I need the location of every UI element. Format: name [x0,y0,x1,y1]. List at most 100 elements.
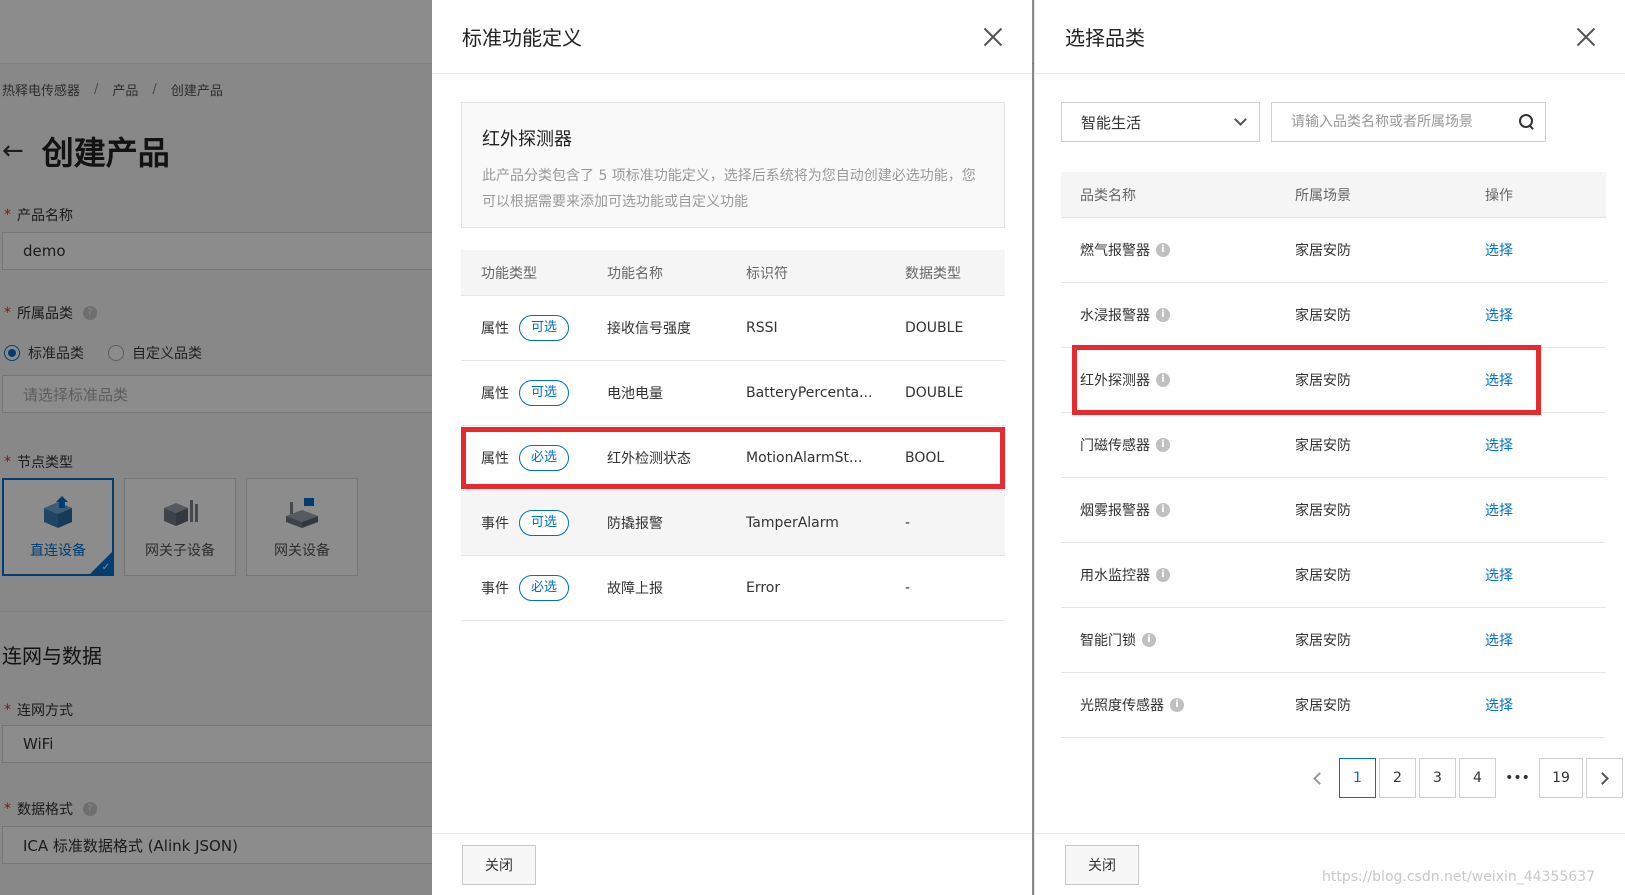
watermark: https://blog.csdn.net/weixin_44355637 [1321,869,1595,885]
pagination: 1 2 3 4 ••• 19 [1299,758,1623,798]
function-table: 功能类型 功能名称 标识符 数据类型 属性 可选 接收信号强度 RSSI DOUB… [461,250,1005,621]
table-header: 功能类型 功能名称 标识符 数据类型 [461,250,1005,296]
select-link[interactable]: 选择 [1485,633,1513,649]
select-link[interactable]: 选择 [1485,503,1513,519]
category-scene: 家居安防 [1295,438,1351,454]
table-row: 属性 必选 红外检测状态 MotionAlarmSt... BOOL [461,426,1005,491]
chevron-down-icon [1234,113,1247,126]
function-data-type: - [905,515,911,531]
info-icon[interactable]: i [1156,503,1170,517]
info-icon[interactable]: i [1156,243,1170,257]
search-box [1271,102,1546,142]
function-name: 电池电量 [607,386,663,402]
drawer-title: 选择品类 [1065,26,1145,50]
table-row: 光照度传感器 i 家居安防 选择 [1061,673,1606,738]
category-info-box: 红外探测器 此产品分类包含了 5 项标准功能定义，选择后系统将为您自动创建必选功… [461,102,1005,228]
table-row: 事件 必选 故障上报 Error - [461,556,1005,621]
column-header: 操作 [1485,187,1513,204]
table-row: 门磁传感器 i 家居安防 选择 [1061,413,1606,478]
close-button[interactable]: 关闭 [1065,844,1139,885]
category-name: 红外探测器 [1080,373,1150,389]
info-title: 红外探测器 [482,129,572,150]
close-icon[interactable] [982,26,1004,48]
drawer-title: 标准功能定义 [462,26,582,50]
function-type: 事件 [481,516,509,532]
table-row: 烟雾报警器 i 家居安防 选择 [1061,478,1606,543]
info-icon[interactable]: i [1156,568,1170,582]
page-button-4[interactable]: 4 [1459,758,1496,798]
prev-page-button[interactable] [1299,758,1336,798]
select-link[interactable]: 选择 [1485,568,1513,584]
info-icon[interactable]: i [1142,633,1156,647]
drawer-footer: 关闭 [1035,833,1625,895]
column-header: 功能类型 [481,265,537,282]
select-link[interactable]: 选择 [1485,698,1513,714]
function-identifier: TamperAlarm [746,515,839,531]
function-name: 故障上报 [607,581,663,597]
close-button[interactable]: 关闭 [462,844,536,885]
page-button-3[interactable]: 3 [1419,758,1456,798]
chevron-left-icon [1313,771,1326,785]
function-identifier: RSSI [746,320,778,336]
function-data-type: BOOL [905,450,945,466]
function-type: 事件 [481,581,509,597]
table-row: 用水监控器 i 家居安防 选择 [1061,543,1606,608]
category-name: 光照度传感器 [1080,698,1164,714]
category-name: 门磁传感器 [1080,438,1150,454]
info-icon[interactable]: i [1156,373,1170,387]
select-link[interactable]: 选择 [1485,243,1513,259]
function-type: 属性 [481,321,509,337]
function-name: 接收信号强度 [607,321,691,337]
optional-tag: 可选 [519,380,570,406]
category-name: 烟雾报警器 [1080,503,1150,519]
category-name: 智能门锁 [1080,633,1136,649]
function-data-type: - [905,580,911,596]
table-row: 红外探测器 i 家居安防 选择 [1061,348,1606,413]
category-scene: 家居安防 [1295,243,1351,259]
table-header: 品类名称 所属场景 操作 [1061,172,1606,218]
search-icon[interactable] [1519,114,1535,130]
info-icon[interactable]: i [1156,438,1170,452]
table-row: 智能门锁 i 家居安防 选择 [1061,608,1606,673]
select-category-drawer: 选择品类 智能生活 品类名称 所属场景 操作 燃气报警器 i 家居安防 选择 水浸… [1034,0,1625,895]
table-row: 属性 可选 接收信号强度 RSSI DOUBLE [461,296,1005,361]
select-link[interactable]: 选择 [1485,308,1513,324]
function-identifier: Error [746,580,781,596]
select-link[interactable]: 选择 [1485,373,1513,389]
close-icon[interactable] [1575,26,1597,48]
info-description: 此产品分类包含了 5 项标准功能定义，选择后系统将为您自动创建必选功能，您可以根… [482,168,976,210]
standard-function-drawer: 标准功能定义 红外探测器 此产品分类包含了 5 项标准功能定义，选择后系统将为您… [432,0,1032,895]
page-button-last[interactable]: 19 [1539,758,1583,798]
function-name: 防撬报警 [607,516,663,532]
search-input[interactable] [1291,114,1501,130]
category-scene: 家居安防 [1295,503,1351,519]
function-type: 属性 [481,451,509,467]
scene-select[interactable]: 智能生活 [1061,102,1260,142]
select-link[interactable]: 选择 [1485,438,1513,454]
scene-select-value: 智能生活 [1081,113,1142,132]
page-ellipsis[interactable]: ••• [1499,758,1536,798]
chevron-right-icon [1596,771,1609,785]
column-header: 数据类型 [905,265,961,282]
page-button-2[interactable]: 2 [1379,758,1416,798]
info-icon[interactable]: i [1156,308,1170,322]
table-row: 属性 可选 电池电量 BatteryPercenta... DOUBLE [461,361,1005,426]
function-type: 属性 [481,386,509,402]
next-page-button[interactable] [1586,758,1623,798]
category-table: 品类名称 所属场景 操作 燃气报警器 i 家居安防 选择 水浸报警器 i 家居安防 … [1061,172,1606,738]
required-tag: 必选 [519,445,570,471]
page-button-1[interactable]: 1 [1339,758,1376,798]
drawer-header: 选择品类 [1035,0,1625,74]
optional-tag: 可选 [519,315,570,341]
category-name: 水浸报警器 [1080,308,1150,324]
function-identifier: MotionAlarmSt... [746,450,863,466]
category-scene: 家居安防 [1295,308,1351,324]
table-row: 水浸报警器 i 家居安防 选择 [1061,283,1606,348]
drawer-header: 标准功能定义 [432,0,1032,74]
info-icon[interactable]: i [1170,698,1184,712]
column-header: 所属场景 [1295,187,1351,204]
optional-tag: 可选 [519,510,570,536]
function-data-type: DOUBLE [905,320,964,336]
category-scene: 家居安防 [1295,698,1351,714]
function-data-type: DOUBLE [905,385,964,401]
